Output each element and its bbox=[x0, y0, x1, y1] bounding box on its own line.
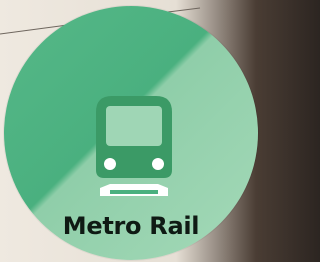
metro-train-icon bbox=[96, 96, 172, 196]
metro-rail-badge[interactable]: Metro Rail bbox=[4, 6, 258, 260]
badge-label: Metro Rail bbox=[62, 212, 200, 240]
